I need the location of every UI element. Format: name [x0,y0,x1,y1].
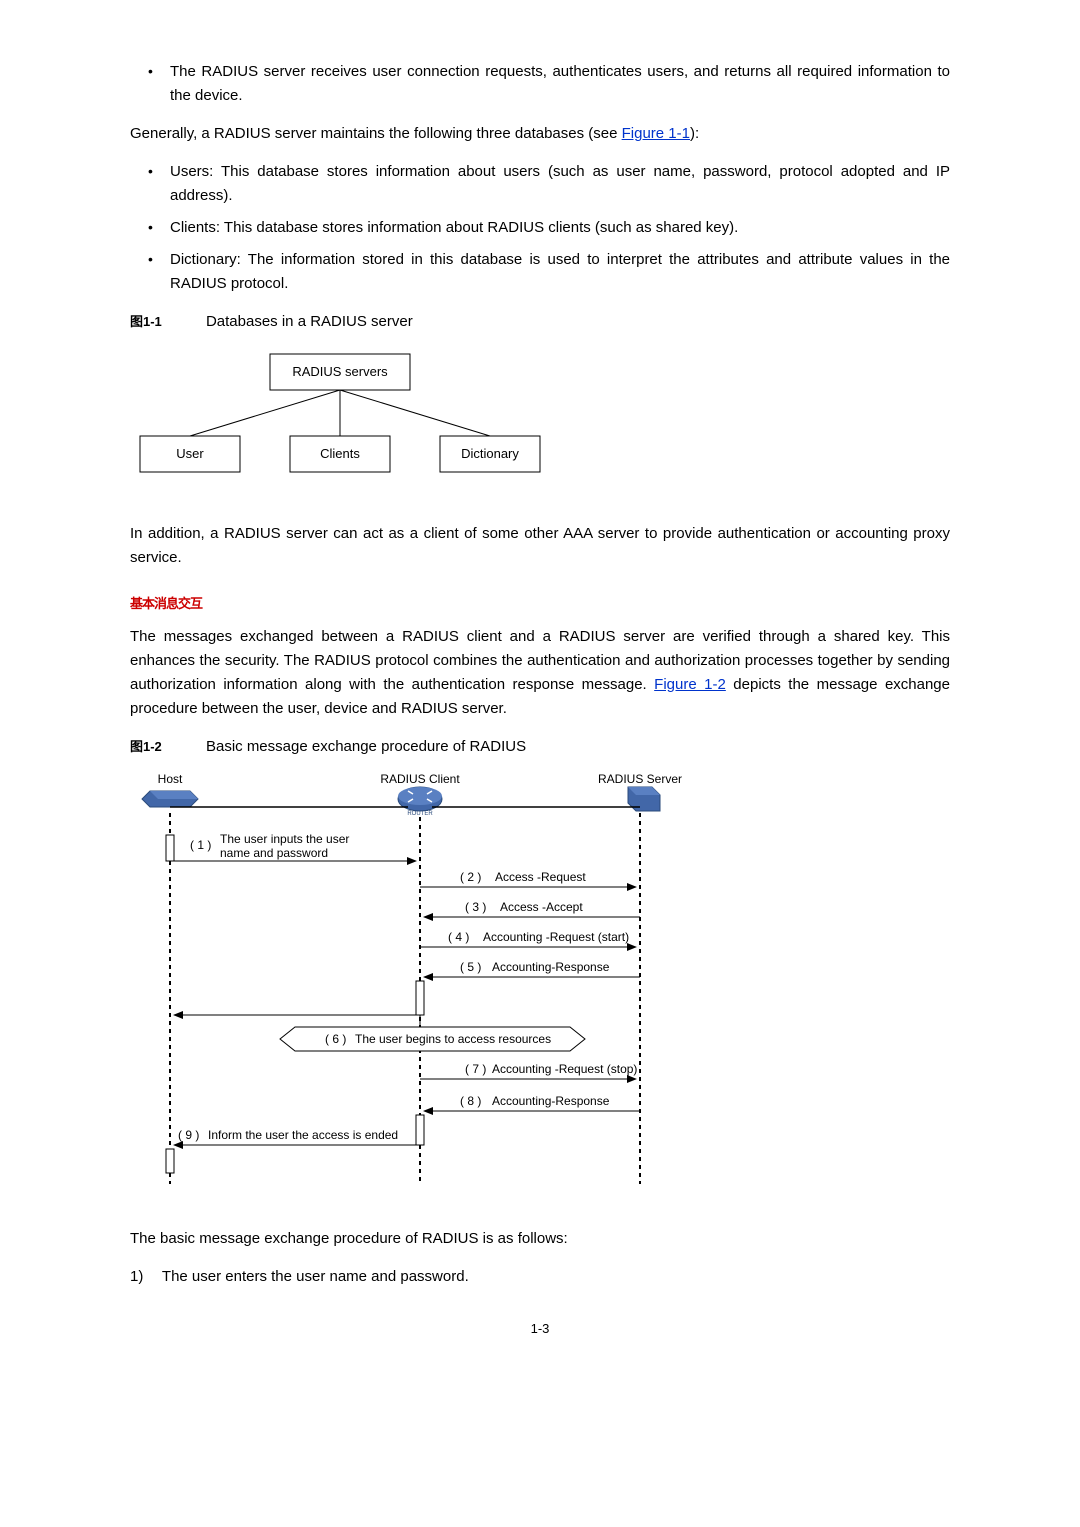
step-1-number: ( 1 ) [190,838,211,852]
bullet-item: The RADIUS server receives user connecti… [130,60,950,108]
figure-number: 图1-2 [130,739,162,754]
radius-client-label: RADIUS Client [380,772,460,786]
numbered-step-1: 1) The user enters the user name and pas… [130,1265,950,1289]
clients-box: Clients [320,446,360,461]
step-9-number: ( 9 ) [178,1128,199,1142]
text: ): [690,125,699,142]
radius-server-label: RADIUS Server [598,772,682,786]
database-bullets: Users: This database stores information … [130,160,950,296]
svg-text:ROUTER: ROUTER [407,811,433,817]
step-5-number: ( 5 ) [460,960,481,974]
figure-title: Basic message exchange procedure of RADI… [206,738,526,755]
step-6-text: The user begins to access resources [355,1032,551,1046]
step-number: 1) [130,1265,158,1289]
figure-number: 图1-1 [130,314,162,329]
step-1-text-a: The user inputs the user [220,832,349,846]
para-proxy: In addition, a RADIUS server can act as … [130,522,950,570]
figure-1-2-link[interactable]: Figure 1-2 [654,676,726,693]
step-2-number: ( 2 ) [460,870,481,884]
para-message-exchange: The messages exchanged between a RADIUS … [130,625,950,721]
step-7-text: Accounting -Request (stop) [492,1062,637,1076]
step-5-text: Accounting-Response [492,960,610,974]
step-text: The user enters the user name and passwo… [162,1268,469,1285]
step-3-number: ( 3 ) [465,900,486,914]
step-8-number: ( 8 ) [460,1094,481,1108]
figure-1-1-diagram: RADIUS servers User Clients Dictionary [130,344,950,492]
router-icon: ROUTER [398,787,442,817]
figure-1-2-caption: 图1-2 Basic message exchange procedure of… [130,735,950,759]
step-9-text: Inform the user the access is ended [208,1128,398,1142]
intro-bullets-1: The RADIUS server receives user connecti… [130,60,950,108]
figure-title: Databases in a RADIUS server [206,313,413,330]
section-heading-marker: 基本消息交互 [130,594,950,615]
text: Generally, a RADIUS server maintains the… [130,125,622,142]
step-3-text: Access -Accept [500,900,583,914]
step-1-text-b: name and password [220,846,328,860]
user-box: User [176,446,204,461]
para-procedure-intro: The basic message exchange procedure of … [130,1227,950,1251]
host-icon [142,791,198,807]
step-8-text: Accounting-Response [492,1094,610,1108]
para-databases-intro: Generally, a RADIUS server maintains the… [130,122,950,146]
diagram-svg: RADIUS servers User Clients Dictionary [130,344,550,484]
step-6-number: ( 6 ) [325,1032,346,1046]
figure-1-1-link[interactable]: Figure 1-1 [622,125,690,142]
page-number: 1-3 [130,1319,950,1340]
dictionary-box: Dictionary [461,446,519,461]
sequence-diagram-svg: Host RADIUS Client RADIUS Server ROUTER … [130,769,690,1189]
step-7-number: ( 7 ) [465,1062,486,1076]
step-2-text: Access -Request [495,870,586,884]
step-4-text: Accounting -Request (start) [483,930,629,944]
bullet-item: Dictionary: The information stored in th… [130,248,950,296]
bullet-item: Clients: This database stores informatio… [130,216,950,240]
figure-1-1-caption: 图1-1 Databases in a RADIUS server [130,310,950,334]
host-label: Host [158,772,183,786]
figure-1-2-diagram: Host RADIUS Client RADIUS Server ROUTER … [130,769,950,1197]
step-4-number: ( 4 ) [448,930,469,944]
bullet-item: Users: This database stores information … [130,160,950,208]
radius-servers-box: RADIUS servers [292,364,388,379]
